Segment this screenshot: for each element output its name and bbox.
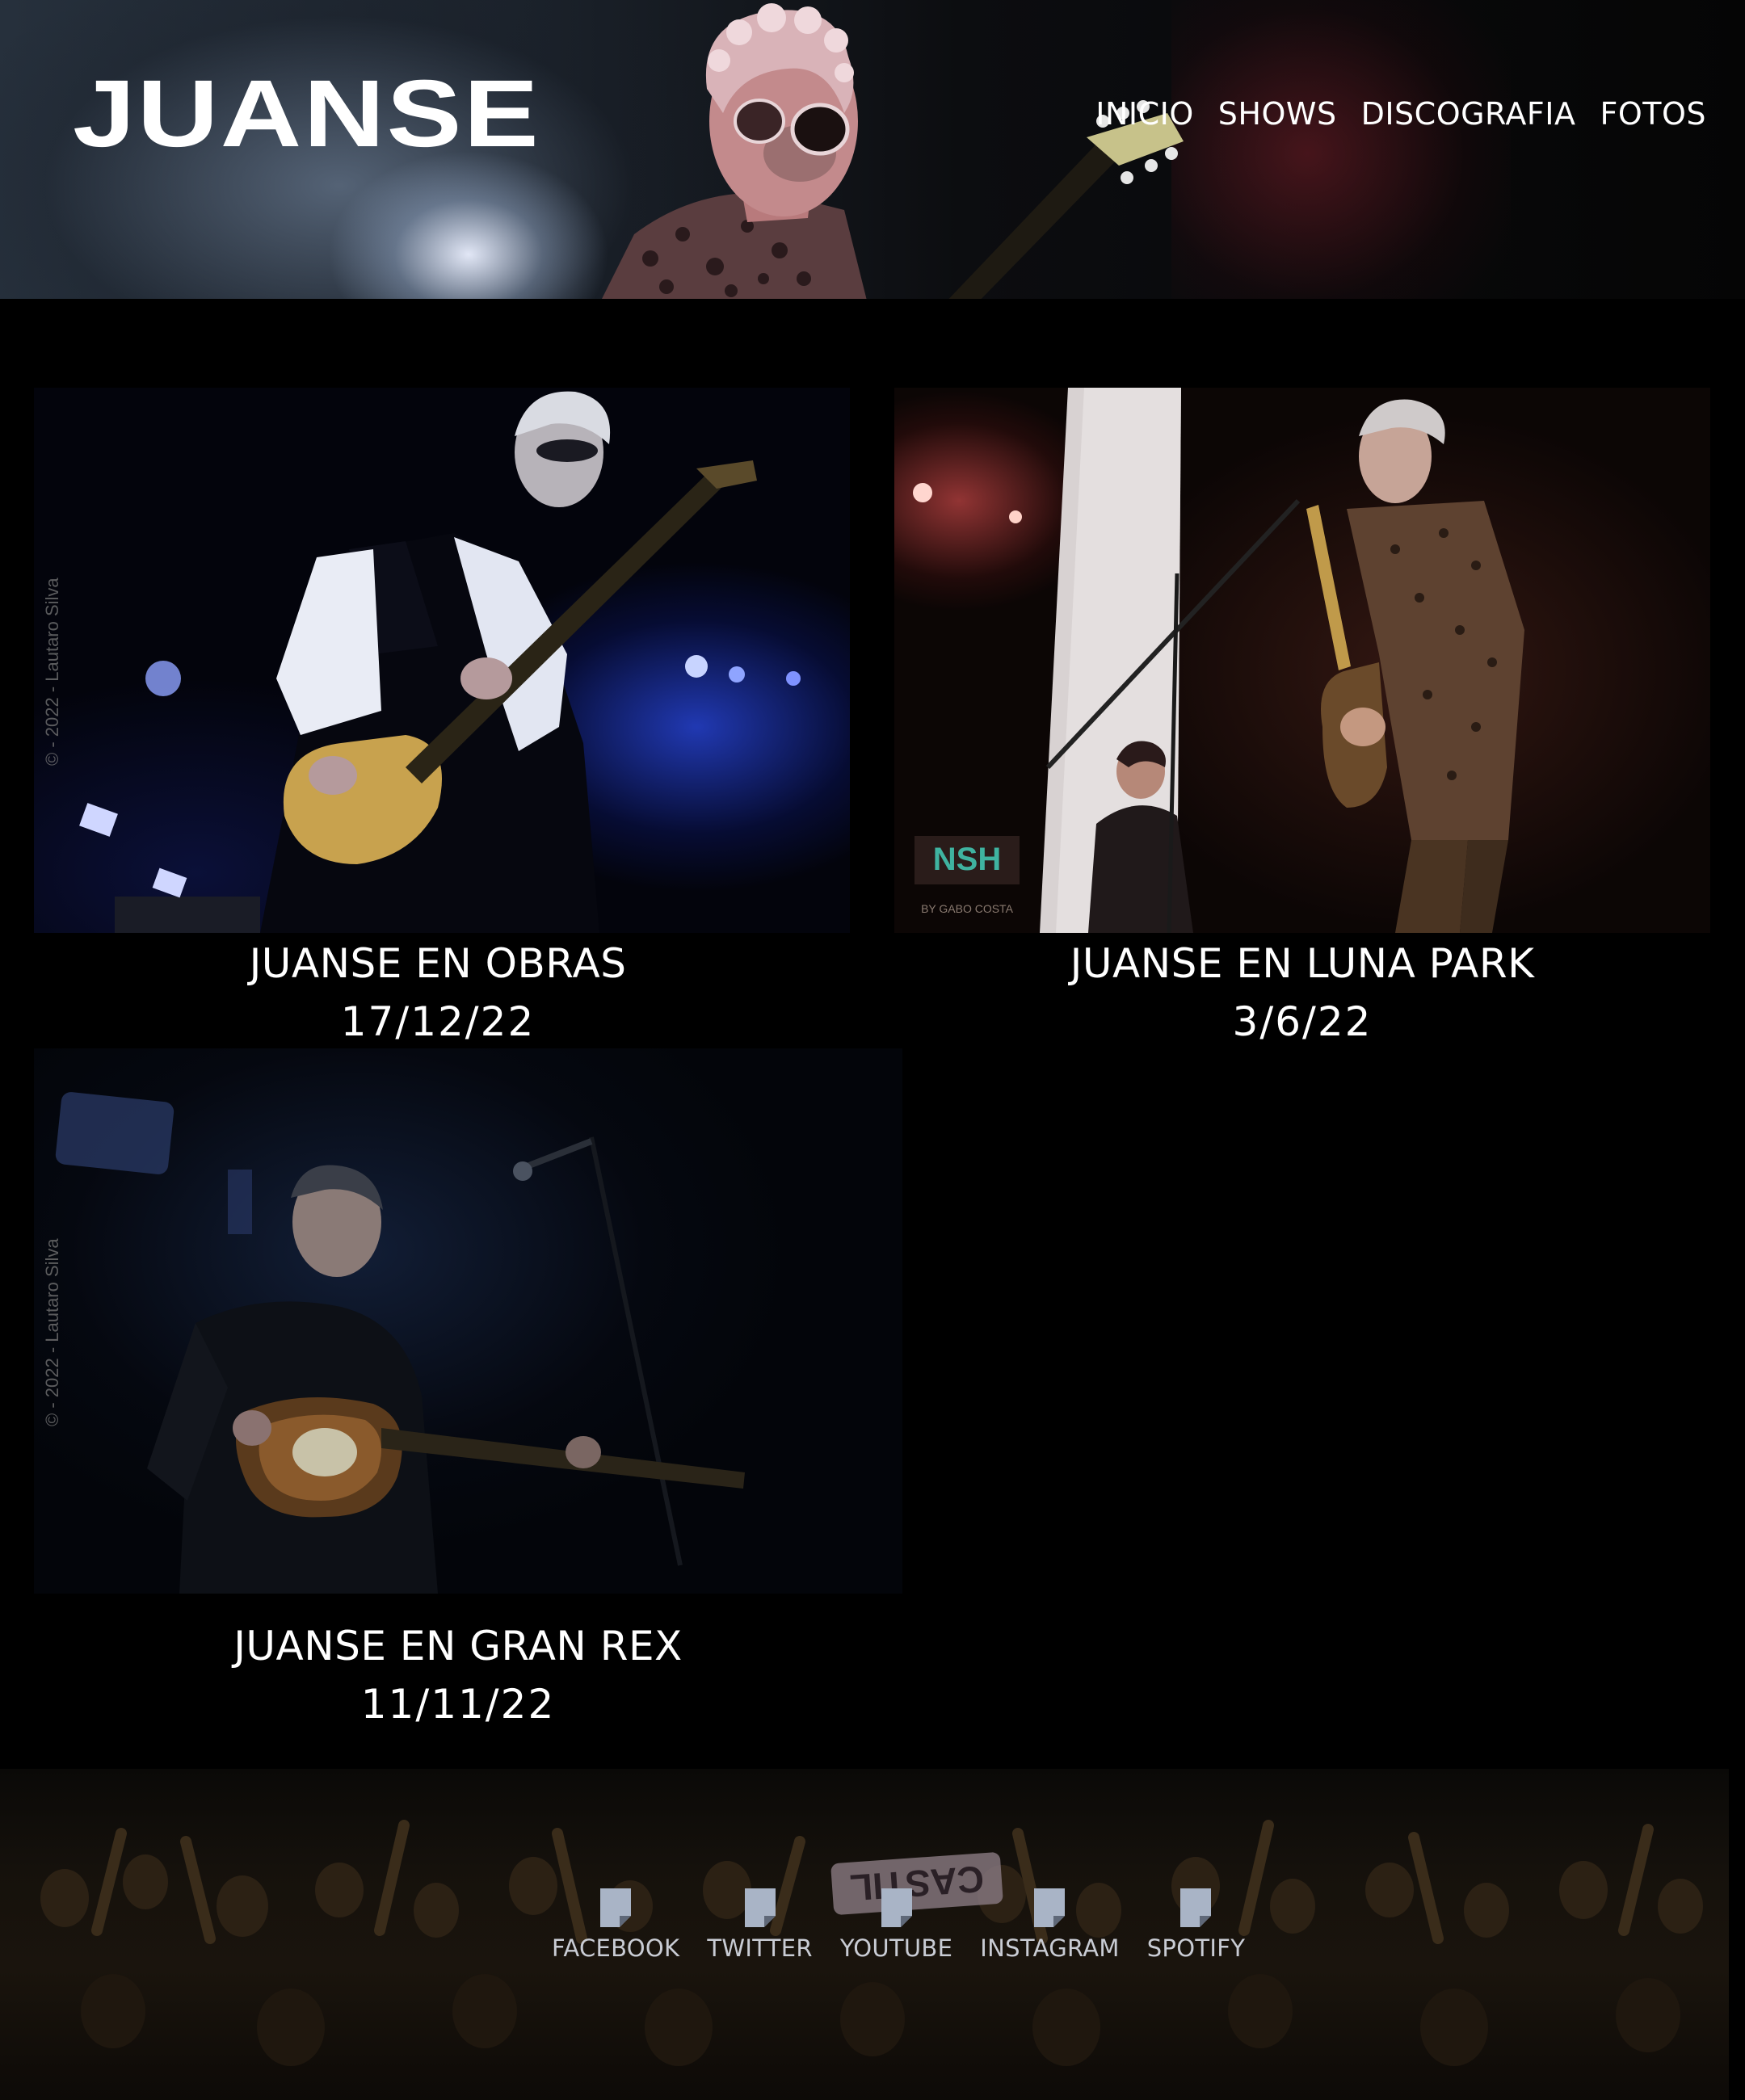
photo-obras[interactable]	[34, 388, 850, 933]
show-title[interactable]: JUANSE EN OBRAS	[34, 943, 842, 984]
photo-luna-park-illustration: NSH BY GABO COSTA	[913, 388, 1524, 933]
social-link-youtube[interactable]: YOUTUBE	[840, 1888, 952, 1960]
main-nav: INICIO SHOWS DISCOGRAFIA FOTOS	[1095, 99, 1706, 129]
show-date: 17/12/22	[340, 998, 536, 1045]
watermark-gran-rex: © - 2022 - Lautaro Silva	[42, 1238, 62, 1426]
photo-gran-rex[interactable]	[34, 1048, 902, 1594]
show-title[interactable]: JUANSE EN GRAN REX	[34, 1626, 882, 1666]
watermark-obras: © - 2022 - Lautaro Silva	[42, 578, 62, 766]
facebook-file-icon	[600, 1888, 632, 1927]
photo-gran-rex-illustration	[55, 1092, 745, 1594]
show-date: 11/11/22	[360, 1681, 556, 1728]
nav-item-fotos[interactable]: FOTOS	[1600, 99, 1706, 129]
social-label: TWITTER	[707, 1934, 813, 1962]
social-label: YOUTUBE	[839, 1934, 953, 1962]
twitter-file-icon	[744, 1888, 776, 1927]
social-link-facebook[interactable]: FACEBOOK	[552, 1888, 679, 1960]
nav-item-shows[interactable]: SHOWS	[1218, 99, 1337, 129]
show-title[interactable]: JUANSE EN LUNA PARK	[894, 943, 1710, 984]
nav-item-discografia[interactable]: DISCOGRAFIA	[1361, 99, 1576, 129]
spotify-file-icon	[1180, 1888, 1212, 1927]
youtube-file-icon	[881, 1888, 912, 1927]
caption-luna-park: JUANSE EN LUNA PARK 3/6/22	[894, 943, 1710, 1042]
social-link-instagram[interactable]: INSTAGRAM	[980, 1888, 1119, 1960]
instagram-file-icon	[1034, 1888, 1066, 1927]
social-label: SPOTIFY	[1146, 1934, 1246, 1962]
social-link-twitter[interactable]: TWITTER	[707, 1888, 813, 1962]
social-label: INSTAGRAM	[980, 1934, 1120, 1962]
site-logo[interactable]: JUANSE	[73, 66, 540, 162]
photo-obras-illustration	[79, 391, 801, 933]
photo-luna-park[interactable]: NSH BY GABO COSTA	[894, 388, 1710, 933]
header-curtain-glow	[1171, 0, 1511, 299]
nav-item-inicio[interactable]: INICIO	[1095, 99, 1194, 129]
caption-gran-rex: JUANSE EN GRAN REX 11/11/22	[34, 1626, 882, 1724]
stage-sign-text: NSH	[933, 842, 1001, 877]
social-links: FACEBOOK TWITTER YOUTUBE INSTAGRAM SPOTI…	[552, 1888, 1245, 1960]
show-date: 3/6/22	[1232, 998, 1373, 1045]
social-link-spotify[interactable]: SPOTIFY	[1147, 1888, 1245, 1960]
stage-sign-subtext: BY GABO COSTA	[921, 902, 1014, 915]
site-header: JUANSE INICIO SHOWS DISCOGRAFIA FOTOS	[0, 0, 1745, 299]
header-guitarist-image	[602, 3, 1184, 299]
caption-obras: JUANSE EN OBRAS 17/12/22	[34, 943, 842, 1042]
social-label: FACEBOOK	[552, 1934, 680, 1962]
